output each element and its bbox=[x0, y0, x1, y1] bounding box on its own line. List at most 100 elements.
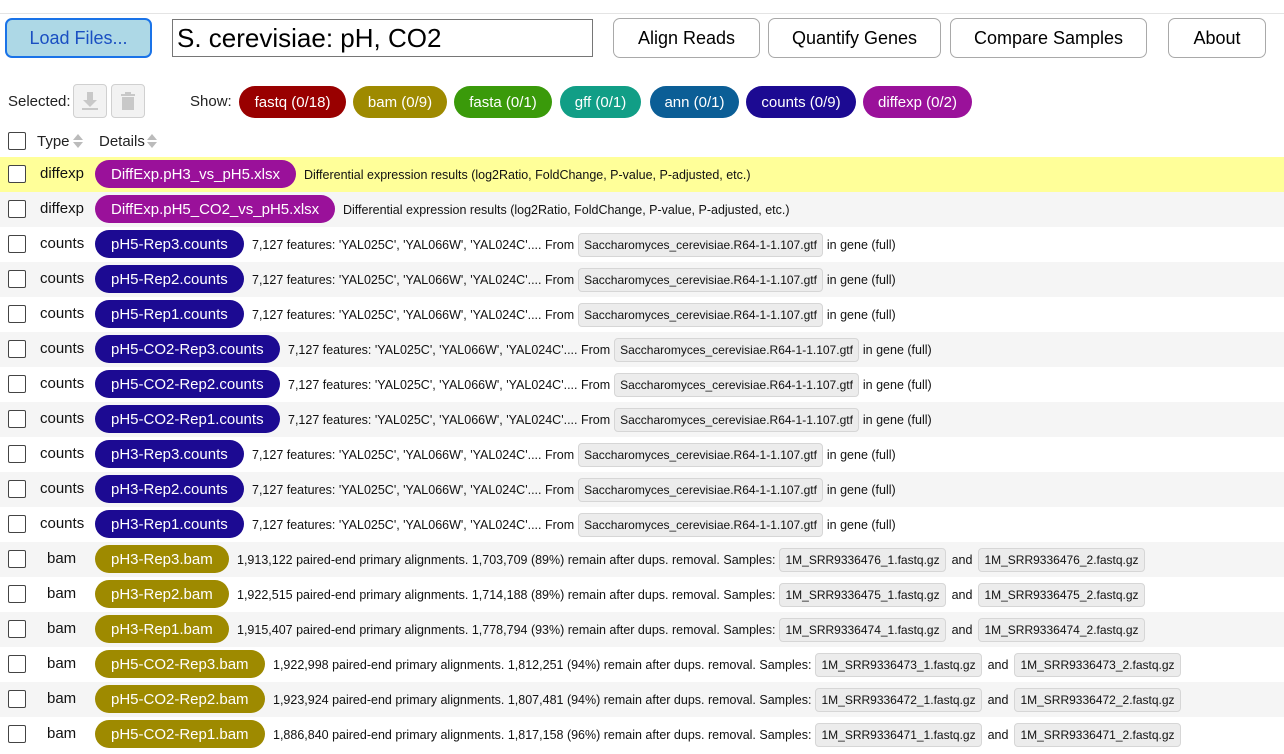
table-row[interactable]: counts pH5-CO2-Rep3.counts 7,127 features:… bbox=[0, 332, 1284, 367]
source-file-chip[interactable]: 1M_SRR9336475_2.fastq.gz bbox=[978, 583, 1145, 607]
download-selected-button[interactable] bbox=[73, 84, 107, 118]
row-checkbox[interactable] bbox=[8, 690, 26, 708]
table-row[interactable]: bam pH3-Rep3.bam 1,913,122 paired-end prim… bbox=[0, 542, 1284, 577]
source-file-chip[interactable]: Saccharomyces_cerevisiae.R64-1-1.107.gtf bbox=[578, 233, 823, 257]
file-name-badge[interactable]: DiffExp.pH3_vs_pH5.xlsx bbox=[95, 160, 296, 188]
compare-samples-button[interactable]: Compare Samples bbox=[950, 18, 1147, 58]
filter-fastq[interactable]: fastq (0/18) bbox=[239, 86, 346, 118]
file-name-badge[interactable]: pH3-Rep1.counts bbox=[95, 510, 244, 538]
file-name-badge[interactable]: pH5-Rep1.counts bbox=[95, 300, 244, 328]
file-name-badge[interactable]: pH5-Rep3.counts bbox=[95, 230, 244, 258]
source-file-chip[interactable]: 1M_SRR9336476_2.fastq.gz bbox=[978, 548, 1145, 572]
table-row[interactable]: counts pH5-CO2-Rep1.counts 7,127 features:… bbox=[0, 402, 1284, 437]
source-file-chip[interactable]: 1M_SRR9336472_2.fastq.gz bbox=[1014, 688, 1181, 712]
row-type: counts bbox=[40, 515, 85, 532]
table-row[interactable]: bam pH5-CO2-Rep1.bam 1,886,840 paired-end … bbox=[0, 717, 1284, 752]
row-type: bam bbox=[47, 655, 77, 672]
table-row[interactable]: counts pH5-Rep2.counts 7,127 features: 'YA… bbox=[0, 262, 1284, 297]
source-file-chip[interactable]: Saccharomyces_cerevisiae.R64-1-1.107.gtf bbox=[578, 303, 823, 327]
file-name-badge[interactable]: pH5-CO2-Rep3.bam bbox=[95, 650, 265, 678]
source-file-chip[interactable]: 1M_SRR9336475_1.fastq.gz bbox=[779, 583, 946, 607]
row-checkbox[interactable] bbox=[8, 725, 26, 743]
filter-ann[interactable]: ann (0/1) bbox=[650, 86, 739, 118]
type-sort-icon[interactable] bbox=[73, 133, 83, 149]
align-reads-button[interactable]: Align Reads bbox=[613, 18, 760, 58]
table-row[interactable]: bam pH3-Rep2.bam 1,922,515 paired-end prim… bbox=[0, 577, 1284, 612]
row-checkbox[interactable] bbox=[8, 305, 26, 323]
filter-bam[interactable]: bam (0/9) bbox=[353, 86, 447, 118]
file-name-badge[interactable]: pH3-Rep1.bam bbox=[95, 615, 229, 643]
row-checkbox[interactable] bbox=[8, 270, 26, 288]
source-file-chip[interactable]: Saccharomyces_cerevisiae.R64-1-1.107.gtf bbox=[578, 268, 823, 292]
table-row[interactable]: counts pH5-Rep1.counts 7,127 features: 'YA… bbox=[0, 297, 1284, 332]
row-checkbox[interactable] bbox=[8, 410, 26, 428]
file-name-badge[interactable]: pH5-CO2-Rep1.bam bbox=[95, 720, 265, 748]
details-text: 1,922,515 paired-end primary alignments.… bbox=[237, 588, 776, 602]
table-row[interactable]: diffexp DiffExp.pH5_CO2_vs_pH5.xlsx Differ… bbox=[0, 192, 1284, 227]
source-file-chip[interactable]: 1M_SRR9336474_2.fastq.gz bbox=[978, 618, 1145, 642]
about-button[interactable]: About bbox=[1168, 18, 1266, 58]
row-type: counts bbox=[40, 340, 85, 357]
file-name-badge[interactable]: pH5-CO2-Rep2.bam bbox=[95, 685, 265, 713]
table-row[interactable]: counts pH3-Rep3.counts 7,127 features: 'YA… bbox=[0, 437, 1284, 472]
row-checkbox[interactable] bbox=[8, 445, 26, 463]
file-name-badge[interactable]: pH3-Rep3.bam bbox=[95, 545, 229, 573]
file-name-badge[interactable]: pH3-Rep2.bam bbox=[95, 580, 229, 608]
file-name-badge[interactable]: pH3-Rep2.counts bbox=[95, 475, 244, 503]
filter-gff[interactable]: gff (0/1) bbox=[560, 86, 641, 118]
row-checkbox[interactable] bbox=[8, 550, 26, 568]
row-type: diffexp bbox=[40, 165, 84, 182]
row-details: 1,915,407 paired-end primary alignments.… bbox=[237, 617, 1149, 643]
table-row[interactable]: counts pH3-Rep2.counts 7,127 features: 'YA… bbox=[0, 472, 1284, 507]
row-checkbox[interactable] bbox=[8, 480, 26, 498]
source-file-chip[interactable]: Saccharomyces_cerevisiae.R64-1-1.107.gtf bbox=[578, 478, 823, 502]
file-name-badge[interactable]: pH5-CO2-Rep1.counts bbox=[95, 405, 280, 433]
quantify-genes-button[interactable]: Quantify Genes bbox=[768, 18, 941, 58]
row-checkbox[interactable] bbox=[8, 620, 26, 638]
row-checkbox[interactable] bbox=[8, 655, 26, 673]
source-file-chip[interactable]: 1M_SRR9336473_2.fastq.gz bbox=[1014, 653, 1181, 677]
source-file-chip[interactable]: Saccharomyces_cerevisiae.R64-1-1.107.gtf bbox=[578, 513, 823, 537]
details-text: 7,127 features: 'YAL025C', 'YAL066W', 'Y… bbox=[252, 308, 575, 322]
source-file-chip[interactable]: Saccharomyces_cerevisiae.R64-1-1.107.gtf bbox=[614, 338, 859, 362]
type-column-header[interactable]: Type bbox=[37, 133, 70, 150]
source-file-chip[interactable]: Saccharomyces_cerevisiae.R64-1-1.107.gtf bbox=[578, 443, 823, 467]
table-row[interactable]: counts pH3-Rep1.counts 7,127 features: 'YA… bbox=[0, 507, 1284, 542]
source-file-chip[interactable]: 1M_SRR9336471_1.fastq.gz bbox=[815, 723, 982, 747]
table-row[interactable]: counts pH5-Rep3.counts 7,127 features: 'YA… bbox=[0, 227, 1284, 262]
file-name-badge[interactable]: DiffExp.pH5_CO2_vs_pH5.xlsx bbox=[95, 195, 336, 223]
source-file-chip[interactable]: Saccharomyces_cerevisiae.R64-1-1.107.gtf bbox=[614, 408, 859, 432]
details-sort-icon[interactable] bbox=[147, 133, 157, 149]
select-all-checkbox[interactable] bbox=[8, 132, 26, 150]
source-file-chip[interactable]: 1M_SRR9336474_1.fastq.gz bbox=[779, 618, 946, 642]
file-name-badge[interactable]: pH5-CO2-Rep2.counts bbox=[95, 370, 280, 398]
table-row[interactable]: bam pH5-CO2-Rep2.bam 1,923,924 paired-end … bbox=[0, 682, 1284, 717]
details-column-header[interactable]: Details bbox=[99, 133, 145, 150]
delete-selected-button[interactable] bbox=[111, 84, 145, 118]
row-checkbox[interactable] bbox=[8, 200, 26, 218]
source-file-chip[interactable]: 1M_SRR9336471_2.fastq.gz bbox=[1014, 723, 1181, 747]
row-checkbox[interactable] bbox=[8, 585, 26, 603]
file-name-badge[interactable]: pH5-CO2-Rep3.counts bbox=[95, 335, 280, 363]
table-row[interactable]: diffexp DiffExp.pH3_vs_pH5.xlsx Differenti… bbox=[0, 157, 1284, 192]
row-details: 1,922,998 paired-end primary alignments.… bbox=[273, 652, 1185, 678]
table-row[interactable]: counts pH5-CO2-Rep2.counts 7,127 features:… bbox=[0, 367, 1284, 402]
row-checkbox[interactable] bbox=[8, 340, 26, 358]
source-file-chip[interactable]: 1M_SRR9336472_1.fastq.gz bbox=[815, 688, 982, 712]
file-name-badge[interactable]: pH3-Rep3.counts bbox=[95, 440, 244, 468]
row-checkbox[interactable] bbox=[8, 235, 26, 253]
source-file-chip[interactable]: Saccharomyces_cerevisiae.R64-1-1.107.gtf bbox=[614, 373, 859, 397]
source-file-chip[interactable]: 1M_SRR9336476_1.fastq.gz bbox=[779, 548, 946, 572]
project-title-input[interactable] bbox=[172, 19, 593, 57]
filter-counts[interactable]: counts (0/9) bbox=[746, 86, 856, 118]
table-row[interactable]: bam pH3-Rep1.bam 1,915,407 paired-end prim… bbox=[0, 612, 1284, 647]
row-checkbox[interactable] bbox=[8, 165, 26, 183]
table-row[interactable]: bam pH5-CO2-Rep3.bam 1,922,998 paired-end … bbox=[0, 647, 1284, 682]
row-checkbox[interactable] bbox=[8, 515, 26, 533]
filter-diffexp[interactable]: diffexp (0/2) bbox=[863, 86, 972, 118]
filter-fasta[interactable]: fasta (0/1) bbox=[454, 86, 552, 118]
source-file-chip[interactable]: 1M_SRR9336473_1.fastq.gz bbox=[815, 653, 982, 677]
file-name-badge[interactable]: pH5-Rep2.counts bbox=[95, 265, 244, 293]
load-files-button[interactable]: Load Files... bbox=[5, 18, 152, 58]
row-checkbox[interactable] bbox=[8, 375, 26, 393]
